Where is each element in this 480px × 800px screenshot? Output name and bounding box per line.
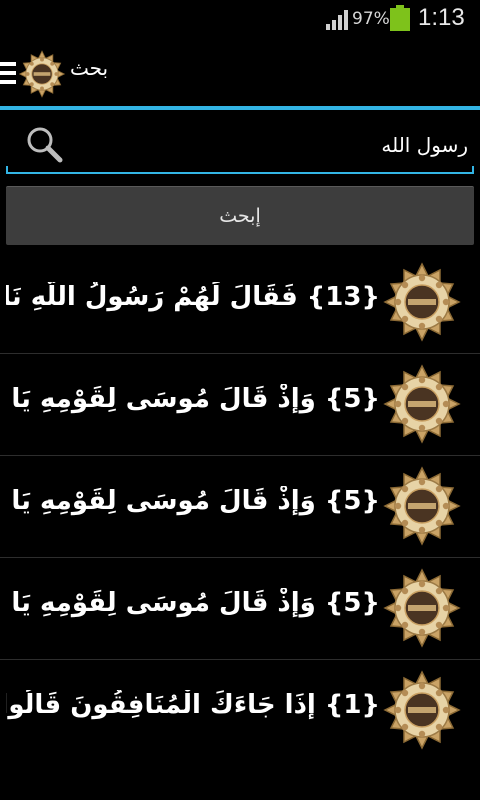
list-item[interactable]: {13} فَقَالَ لَهُمْ رَسُولُ اللَّهِ نَاق… bbox=[0, 252, 480, 354]
search-input-underline bbox=[6, 166, 474, 174]
list-item[interactable]: {5} وَإِذْ قَالَ مُوسَى لِقَوْمِهِ يَا ق… bbox=[0, 456, 480, 558]
action-bar: بحث bbox=[0, 38, 480, 106]
verse-text: {5} وَإِذْ قَالَ مُوسَى لِقَوْمِهِ يَا ق… bbox=[6, 486, 380, 516]
search-icon[interactable] bbox=[24, 124, 64, 164]
verse-text: {5} وَإِذْ قَالَ مُوسَى لِقَوْمِهِ يَا ق… bbox=[6, 384, 380, 414]
menu-icon[interactable] bbox=[0, 62, 16, 84]
clock: 1:13 bbox=[418, 4, 465, 31]
verse-text: {13} فَقَالَ لَهُمْ رَسُولُ اللَّهِ نَاق… bbox=[6, 282, 380, 312]
action-bar-divider bbox=[0, 106, 480, 110]
tafsir-emblem-icon bbox=[382, 262, 462, 342]
tafsir-emblem-icon bbox=[382, 568, 462, 648]
tafsir-emblem-icon bbox=[382, 364, 462, 444]
search-input[interactable] bbox=[76, 126, 470, 164]
tafsir-emblem-icon bbox=[382, 466, 462, 546]
signal-icon bbox=[326, 10, 348, 30]
battery-icon bbox=[390, 5, 410, 31]
status-bar: 97% 1:13 bbox=[0, 0, 480, 38]
battery-percent: 97% bbox=[352, 9, 390, 29]
search-button[interactable]: إبحث bbox=[6, 186, 474, 245]
app-logo-icon[interactable] bbox=[18, 50, 66, 98]
search-bar bbox=[6, 118, 474, 174]
verse-text: {1} إِذَا جَاءَكَ الْمُنَافِقُونَ قَالُو… bbox=[6, 690, 380, 720]
tafsir-emblem-icon bbox=[382, 670, 462, 750]
verse-text: {5} وَإِذْ قَالَ مُوسَى لِقَوْمِهِ يَا ق… bbox=[6, 588, 380, 618]
page-title: بحث bbox=[70, 56, 109, 80]
results-list: {13} فَقَالَ لَهُمْ رَسُولُ اللَّهِ نَاق… bbox=[0, 252, 480, 761]
list-item[interactable]: {5} وَإِذْ قَالَ مُوسَى لِقَوْمِهِ يَا ق… bbox=[0, 558, 480, 660]
list-item[interactable]: {5} وَإِذْ قَالَ مُوسَى لِقَوْمِهِ يَا ق… bbox=[0, 354, 480, 456]
list-item[interactable]: {1} إِذَا جَاءَكَ الْمُنَافِقُونَ قَالُو… bbox=[0, 660, 480, 761]
